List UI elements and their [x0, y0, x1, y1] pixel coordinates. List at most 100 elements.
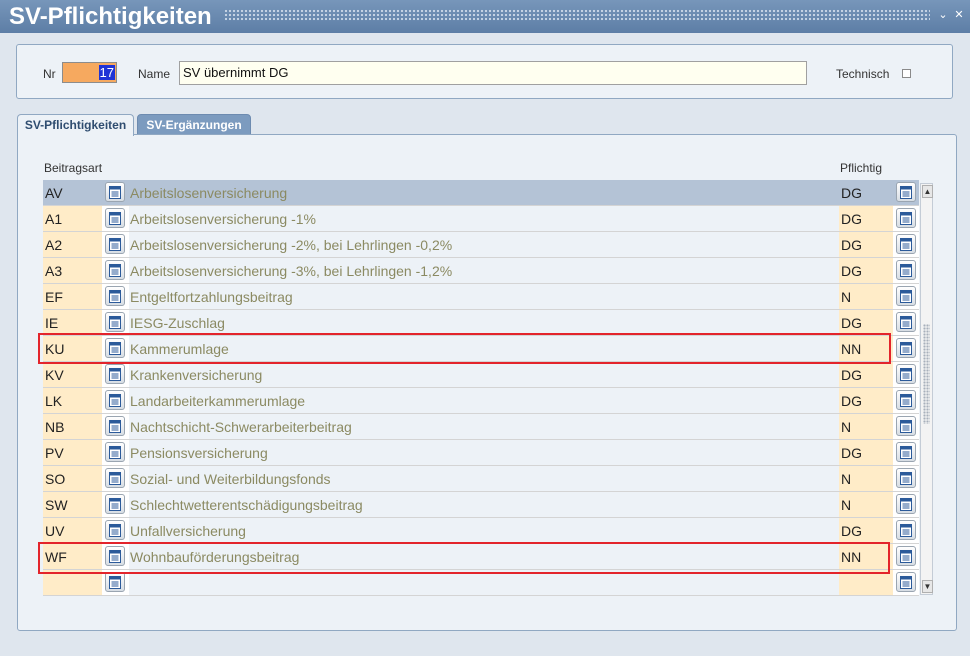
- pflichtig-lookup-button[interactable]: [896, 208, 916, 228]
- pflichtig-cell[interactable]: DG: [839, 206, 893, 232]
- nr-value: 17: [98, 65, 115, 80]
- lookup-button[interactable]: [105, 260, 125, 280]
- lookup-button[interactable]: [105, 572, 125, 592]
- beitragsart-code-cell[interactable]: LK: [43, 388, 102, 414]
- pflichtig-lookup-button[interactable]: [896, 312, 916, 332]
- lookup-button[interactable]: [105, 390, 125, 410]
- beitragsart-code-cell[interactable]: SO: [43, 466, 102, 492]
- table-row[interactable]: UV Unfallversicherung DG: [43, 518, 919, 544]
- pflichtig-lookup-button[interactable]: [896, 520, 916, 540]
- beitragsart-code-cell[interactable]: NB: [43, 414, 102, 440]
- pflichtig-cell[interactable]: NN: [839, 544, 893, 570]
- pflichtig-cell[interactable]: N: [839, 466, 893, 492]
- scroll-up-icon[interactable]: ▲: [922, 185, 933, 198]
- pflichtig-cell[interactable]: N: [839, 284, 893, 310]
- pflichtig-cell[interactable]: DG: [839, 362, 893, 388]
- lookup-button[interactable]: [105, 208, 125, 228]
- table-row[interactable]: A2 Arbeitslosenversicherung -2%, bei Lehr…: [43, 232, 919, 258]
- pflichtig-lookup-button[interactable]: [896, 390, 916, 410]
- beitragsart-description-cell: Schlechtwetterentschädigungsbeitrag: [129, 492, 839, 518]
- pflichtig-lookup-button[interactable]: [896, 364, 916, 384]
- table-row[interactable]: KU Kammerumlage NN: [43, 336, 919, 362]
- pflichtig-cell[interactable]: DG: [839, 440, 893, 466]
- pflichtig-cell[interactable]: DG: [839, 388, 893, 414]
- close-icon[interactable]: ✕: [952, 8, 966, 22]
- beitragsart-code-cell[interactable]: WF: [43, 544, 102, 570]
- col-header-pflichtig: Pflichtig: [840, 161, 883, 175]
- technisch-checkbox[interactable]: [902, 69, 911, 78]
- scroll-down-icon[interactable]: ▼: [922, 580, 933, 593]
- beitragsart-code-cell[interactable]: AV: [43, 180, 102, 206]
- beitragsart-code-cell[interactable]: IE: [43, 310, 102, 336]
- pflichtig-lookup-button[interactable]: [896, 286, 916, 306]
- lookup-button[interactable]: [105, 338, 125, 358]
- pflichtig-cell[interactable]: DG: [839, 258, 893, 284]
- pflichtig-lookup-button[interactable]: [896, 442, 916, 462]
- lookup-button[interactable]: [105, 182, 125, 202]
- minimize-icon[interactable]: ⌄: [936, 8, 950, 22]
- table-row[interactable]: AV Arbeitslosenversicherung DG: [43, 180, 919, 206]
- pflichtig-lookup-button[interactable]: [896, 416, 916, 436]
- pflichtig-lookup-button[interactable]: [896, 468, 916, 488]
- table-row[interactable]: LK Landarbeiterkammerumlage DG: [43, 388, 919, 414]
- pflichtig-cell[interactable]: N: [839, 492, 893, 518]
- beitragsart-code-cell[interactable]: EF: [43, 284, 102, 310]
- pflichtig-cell[interactable]: NN: [839, 336, 893, 362]
- beitragsart-description-cell: Landarbeiterkammerumlage: [129, 388, 839, 414]
- pflichtig-cell[interactable]: DG: [839, 180, 893, 206]
- lookup-button[interactable]: [105, 494, 125, 514]
- pflichtig-cell[interactable]: DG: [839, 232, 893, 258]
- nr-input[interactable]: 17: [62, 62, 117, 83]
- table-row[interactable]: SO Sozial- und Weiterbildungsfonds N: [43, 466, 919, 492]
- pflichtig-lookup-button[interactable]: [896, 546, 916, 566]
- table-row[interactable]: SW Schlechtwetterentschädigungsbeitrag N: [43, 492, 919, 518]
- header-panel: Nr 17 Name SV übernimmt DG Technisch: [16, 44, 953, 99]
- pflichtig-lookup-button[interactable]: [896, 182, 916, 202]
- vertical-scrollbar[interactable]: ▲ ▼: [920, 183, 933, 595]
- tab-sv-ergaenzungen[interactable]: SV-Ergänzungen: [137, 114, 251, 136]
- lookup-button[interactable]: [105, 520, 125, 540]
- lookup-button[interactable]: [105, 364, 125, 384]
- table-row[interactable]: [43, 570, 919, 596]
- pflichtig-lookup-button[interactable]: [896, 234, 916, 254]
- lookup-button[interactable]: [105, 546, 125, 566]
- lookup-button[interactable]: [105, 312, 125, 332]
- pflichtig-lookup-button[interactable]: [896, 572, 916, 592]
- beitragsart-code-cell[interactable]: PV: [43, 440, 102, 466]
- lookup-button[interactable]: [105, 234, 125, 254]
- pflichtig-cell[interactable]: DG: [839, 518, 893, 544]
- beitragsart-code-cell[interactable]: [43, 570, 102, 596]
- pflichtig-lookup-button[interactable]: [896, 260, 916, 280]
- beitragsart-code-cell[interactable]: A2: [43, 232, 102, 258]
- lookup-button[interactable]: [105, 286, 125, 306]
- pflichtig-cell[interactable]: [839, 570, 893, 596]
- beitragsart-code-cell[interactable]: A3: [43, 258, 102, 284]
- name-input[interactable]: SV übernimmt DG: [179, 61, 807, 85]
- pflichtig-lookup-button[interactable]: [896, 494, 916, 514]
- table-row[interactable]: KV Krankenversicherung DG: [43, 362, 919, 388]
- lookup-button[interactable]: [105, 442, 125, 462]
- tab-sv-pflichtigkeiten[interactable]: SV-Pflichtigkeiten: [17, 114, 134, 136]
- scroll-thumb[interactable]: [923, 324, 930, 424]
- beitragsart-description-cell: Wohnbauförderungsbeitrag: [129, 544, 839, 570]
- beitragsart-code-cell[interactable]: A1: [43, 206, 102, 232]
- beitragsart-description-cell: IESG-Zuschlag: [129, 310, 839, 336]
- table-row[interactable]: NB Nachtschicht-Schwerarbeiterbeitrag N: [43, 414, 919, 440]
- pflichtig-cell[interactable]: DG: [839, 310, 893, 336]
- beitragsart-code-cell[interactable]: KU: [43, 336, 102, 362]
- lookup-button[interactable]: [105, 416, 125, 436]
- beitragsart-code-cell[interactable]: KV: [43, 362, 102, 388]
- pflichtig-cell[interactable]: N: [839, 414, 893, 440]
- table-row[interactable]: PV Pensionsversicherung DG: [43, 440, 919, 466]
- table-row[interactable]: EF Entgeltfortzahlungsbeitrag N: [43, 284, 919, 310]
- beitragsart-code-cell[interactable]: UV: [43, 518, 102, 544]
- lookup-button[interactable]: [105, 468, 125, 488]
- table-row[interactable]: WF Wohnbauförderungsbeitrag NN: [43, 544, 919, 570]
- table-row[interactable]: IE IESG-Zuschlag DG: [43, 310, 919, 336]
- table-row[interactable]: A3 Arbeitslosenversicherung -3%, bei Lehr…: [43, 258, 919, 284]
- col-header-beitragsart: Beitragsart: [44, 161, 103, 175]
- beitragsart-description-cell: Arbeitslosenversicherung: [129, 180, 839, 206]
- pflichtig-lookup-button[interactable]: [896, 338, 916, 358]
- beitragsart-code-cell[interactable]: SW: [43, 492, 102, 518]
- table-row[interactable]: A1 Arbeitslosenversicherung -1% DG: [43, 206, 919, 232]
